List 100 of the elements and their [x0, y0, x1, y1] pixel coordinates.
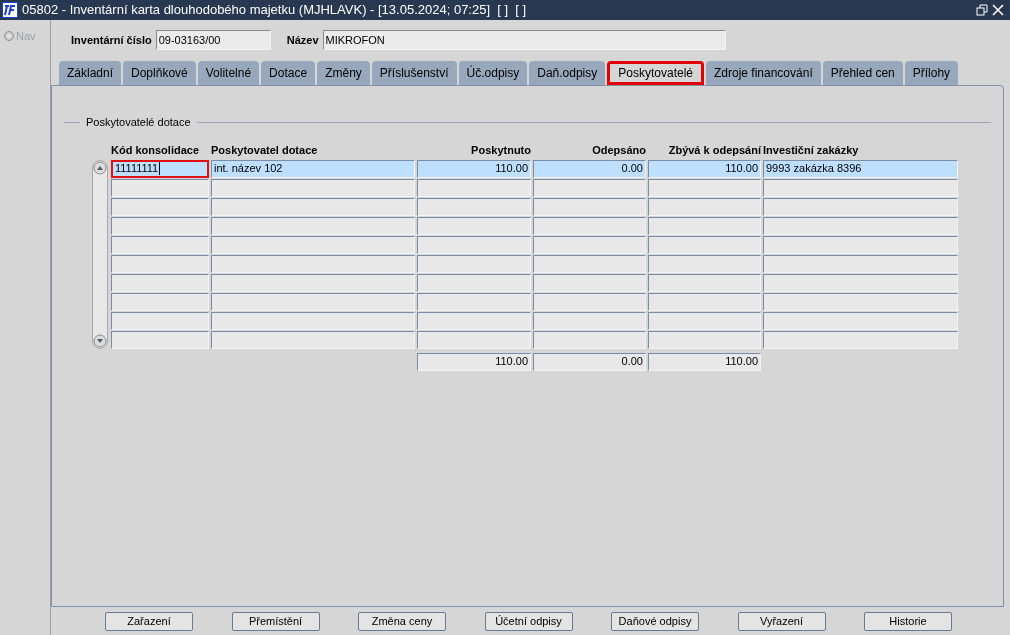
table-cell[interactable] [111, 178, 209, 197]
table-cell[interactable] [417, 235, 531, 254]
tab[interactable]: Změny [317, 61, 370, 85]
table-cell[interactable] [111, 273, 209, 292]
table-cell[interactable] [417, 197, 531, 216]
table-cell[interactable] [533, 311, 646, 330]
table-cell[interactable] [111, 197, 209, 216]
table-cell[interactable] [763, 178, 958, 197]
table-cell[interactable]: 11111111 [111, 159, 209, 178]
table-cell[interactable] [648, 254, 761, 273]
table-cell[interactable] [211, 254, 415, 273]
table-cell[interactable] [111, 311, 209, 330]
action-button[interactable]: Historie [864, 611, 952, 631]
table-cell[interactable] [417, 178, 531, 197]
table-cell[interactable] [211, 197, 415, 216]
scroll-down-icon[interactable] [93, 333, 107, 348]
column-header: Odepsáno [591, 143, 646, 159]
table-cell[interactable]: 9993 zakázka 8396 [763, 159, 958, 178]
column-header: Zbývá k odepsání [667, 143, 761, 159]
table-cell[interactable] [111, 254, 209, 273]
table-cell[interactable] [211, 216, 415, 235]
section-title: Poskytovatelé dotace [86, 115, 191, 130]
action-button[interactable]: Vyřazení [737, 611, 826, 631]
table-cell[interactable] [533, 178, 646, 197]
table-cell[interactable] [648, 235, 761, 254]
action-button[interactable]: Změna ceny [358, 611, 446, 631]
tab[interactable]: Příslušenství [371, 61, 457, 85]
table-cell[interactable] [648, 292, 761, 311]
table-cell[interactable] [111, 292, 209, 311]
field-label: Inventární číslo [71, 32, 152, 48]
table-cell[interactable] [417, 273, 531, 292]
scrollbar[interactable] [92, 159, 108, 349]
tab[interactable]: Základní [59, 61, 122, 85]
table-cell[interactable] [417, 254, 531, 273]
table-cell[interactable] [417, 216, 531, 235]
table-cell[interactable] [763, 273, 958, 292]
table-cell[interactable] [211, 273, 415, 292]
tab[interactable]: Přehled cen [822, 61, 903, 85]
tab[interactable]: Přílohy [904, 61, 959, 85]
tab[interactable]: Volitelné [197, 61, 260, 85]
table-cell[interactable] [211, 311, 415, 330]
table-cell[interactable] [648, 311, 761, 330]
tab[interactable]: Úč.odpisy [458, 61, 528, 85]
table-cell[interactable] [648, 273, 761, 292]
table-cell[interactable] [533, 330, 646, 349]
table-cell[interactable] [533, 235, 646, 254]
table-cell[interactable] [763, 292, 958, 311]
table-cell[interactable] [533, 197, 646, 216]
tab[interactable]: Dotace [261, 61, 316, 85]
tab[interactable]: Daň.odpisy [529, 61, 606, 85]
total-cell: 0.00 [533, 352, 646, 371]
table-cell[interactable] [417, 311, 531, 330]
table-cell[interactable] [648, 330, 761, 349]
table-cell[interactable] [211, 292, 415, 311]
table-cell[interactable]: 110.00 [417, 159, 531, 178]
tab[interactable]: Zdroje financování [706, 61, 821, 85]
text-field[interactable]: MIKROFON [322, 30, 726, 50]
tab[interactable]: Poskytovatelé [607, 61, 704, 85]
column-header: Poskytovatel dotace [211, 143, 319, 159]
table-cell[interactable] [211, 330, 415, 349]
action-button[interactable]: Účetní odpisy [484, 611, 573, 631]
table-cell[interactable] [533, 292, 646, 311]
table-cell[interactable] [763, 330, 958, 349]
total-cell: 110.00 [648, 352, 761, 371]
table-cell[interactable]: 0.00 [533, 159, 646, 178]
table-cell[interactable] [763, 197, 958, 216]
column-header: Investiční zakázky [763, 143, 860, 159]
table-cell[interactable] [111, 216, 209, 235]
text-field[interactable]: 09-03163/00 [155, 30, 271, 50]
table-cell[interactable] [211, 178, 415, 197]
action-button[interactable]: Daňové odpisy [611, 611, 699, 631]
table-cell[interactable]: int. název 102 [211, 159, 415, 178]
table-cell[interactable] [533, 216, 646, 235]
table-cell[interactable] [648, 197, 761, 216]
restore-icon[interactable] [976, 4, 988, 16]
table-cell[interactable]: 110.00 [648, 159, 761, 178]
table-cell[interactable] [763, 216, 958, 235]
table-cell[interactable] [417, 292, 531, 311]
table-cell[interactable] [763, 254, 958, 273]
app-logo-icon [2, 2, 18, 18]
tab[interactable]: Doplňkové [123, 61, 196, 85]
table-cell[interactable] [533, 254, 646, 273]
scroll-up-icon[interactable] [93, 160, 107, 175]
table-cell[interactable] [648, 216, 761, 235]
table-cell[interactable] [417, 330, 531, 349]
radio-icon[interactable] [4, 31, 14, 42]
close-icon[interactable] [992, 4, 1004, 16]
field-label: Název [286, 32, 319, 48]
table-cell[interactable] [111, 330, 209, 349]
column-header: Kód konsolidace [111, 143, 201, 159]
table-cell[interactable] [211, 235, 415, 254]
table-cell[interactable] [763, 311, 958, 330]
window-title: 05802 - Inventární karta dlouhodobého majetku (MJHLAVK) - [13.05.2024; 07:25] [ ] [ ] [22, 1, 528, 20]
table-cell[interactable] [533, 273, 646, 292]
action-button[interactable]: Přemístění [231, 611, 320, 631]
action-button[interactable]: Zařazení [105, 611, 193, 631]
table-cell[interactable] [763, 235, 958, 254]
table-cell[interactable] [648, 178, 761, 197]
total-cell: 110.00 [417, 352, 531, 371]
table-cell[interactable] [111, 235, 209, 254]
